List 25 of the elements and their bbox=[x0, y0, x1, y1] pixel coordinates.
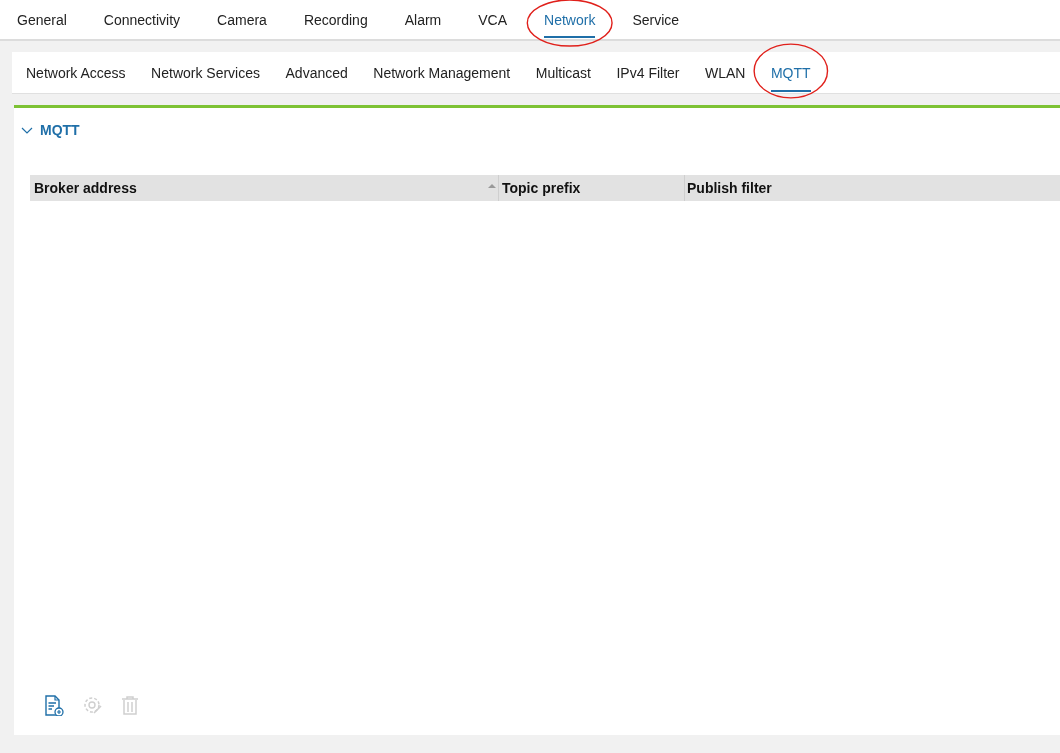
gear-icon bbox=[82, 694, 102, 716]
add-document-icon bbox=[44, 694, 64, 716]
sub-tab[interactable]: Advanced bbox=[285, 52, 348, 93]
toolbar-button[interactable] bbox=[42, 693, 66, 717]
trash-icon bbox=[120, 694, 140, 716]
main-tab[interactable]: Recording bbox=[303, 0, 368, 39]
main-tab[interactable]: Alarm bbox=[404, 0, 442, 39]
sub-tab[interactable]: Network Services bbox=[151, 52, 260, 93]
main-tab[interactable]: Camera bbox=[217, 0, 267, 39]
column-header[interactable]: Topic prefix bbox=[499, 175, 685, 201]
sub-tab[interactable]: Network Access bbox=[26, 52, 126, 93]
sub-tab[interactable]: Network Management bbox=[373, 52, 511, 93]
column-label: Publish filter bbox=[687, 180, 773, 196]
sub-tab[interactable]: Multicast bbox=[535, 52, 591, 93]
main-tab[interactable]: Connectivity bbox=[103, 0, 181, 39]
section-title[interactable]: MQTT bbox=[40, 122, 80, 138]
column-label: Broker address bbox=[34, 180, 138, 196]
main-tab[interactable]: VCA bbox=[478, 0, 508, 39]
column-header[interactable]: Publish filter bbox=[685, 175, 1060, 201]
sub-tab[interactable]: WLAN bbox=[705, 52, 746, 93]
main-tab[interactable]: Service bbox=[632, 0, 680, 39]
sub-tab[interactable]: IPv4 Filter bbox=[616, 52, 680, 93]
column-header[interactable]: Broker address bbox=[30, 175, 499, 201]
column-label: Topic prefix bbox=[502, 180, 582, 196]
main-tab[interactable]: General bbox=[17, 0, 67, 39]
